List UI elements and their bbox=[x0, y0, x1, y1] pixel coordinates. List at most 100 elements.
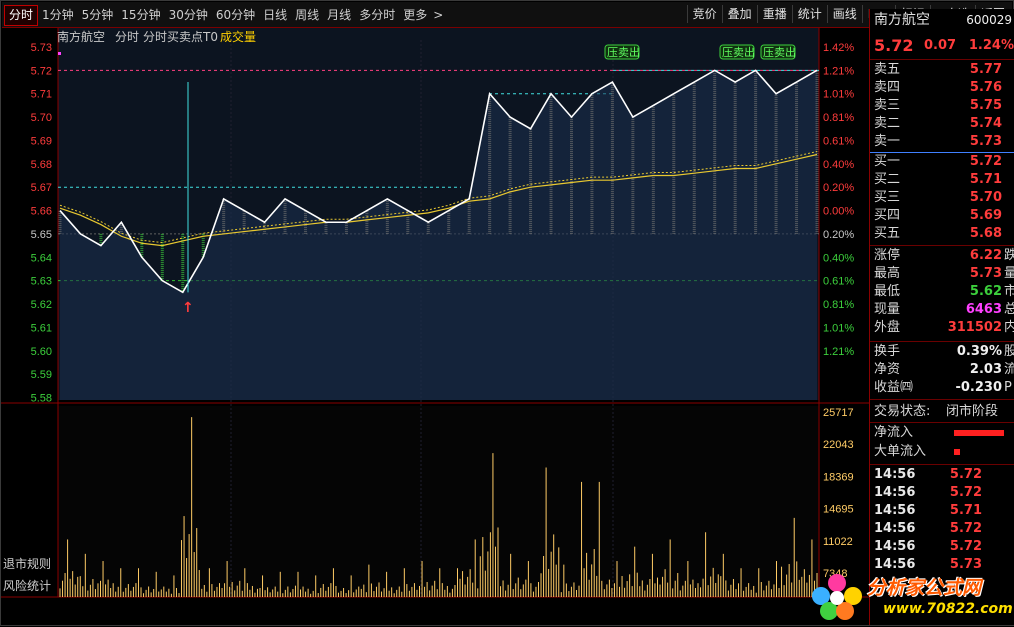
trade-status-label: 交易状态: bbox=[874, 404, 931, 419]
chart-mode-label: 分时 bbox=[115, 30, 140, 44]
tick-time: 14:56 bbox=[874, 467, 916, 482]
period-tab-8[interactable]: 月线 bbox=[323, 6, 355, 25]
tool-button-4[interactable]: 画线 bbox=[826, 5, 862, 23]
tool-button-3[interactable]: 统计 bbox=[791, 5, 827, 23]
ask-level-4-value: 5.76 bbox=[969, 80, 1002, 95]
period-tab-7[interactable]: 周线 bbox=[291, 6, 323, 25]
period-tab-5[interactable]: 60分钟 bbox=[212, 6, 259, 25]
pct-tick-label: 0.81% bbox=[823, 112, 854, 124]
bid-level-3-label: 买三 bbox=[874, 190, 901, 205]
stock-header[interactable]: 南方航空 600029 bbox=[874, 11, 1012, 29]
tool-button-2[interactable]: 重播 bbox=[756, 5, 792, 23]
chart-indicator-label: 分时买卖点T0 bbox=[143, 30, 218, 44]
stock-name: 南方航空 bbox=[874, 12, 930, 28]
delist-rules-link[interactable]: 退市规则 bbox=[3, 555, 51, 572]
stat-1-suffix: 量 bbox=[1004, 265, 1014, 283]
flower-logo-icon bbox=[812, 574, 862, 620]
watermark-text: 分析家公式网 bbox=[867, 577, 982, 599]
signal-prefix: 压 bbox=[722, 46, 733, 59]
risk-stats-link[interactable]: 风险统计 bbox=[3, 577, 51, 594]
pct-tick-label: 1.01% bbox=[823, 89, 854, 101]
tick-row: 14:56 5.71 bbox=[874, 502, 1010, 520]
stock-code: 600029 bbox=[966, 13, 1012, 27]
chart-canvas[interactable]: 5.73 1.42% 5.72 1.21% 5.71 1.01% 5.70 0.81% 5.69… bbox=[1, 28, 869, 601]
stat-4-value: 311502 bbox=[947, 320, 1002, 335]
sell-signal-1: 压卖出 bbox=[604, 44, 640, 60]
ask-level-5-value: 5.77 bbox=[969, 62, 1002, 77]
period-tab-0[interactable]: 分时 bbox=[4, 4, 39, 26]
tick-time: 14:56 bbox=[874, 521, 916, 536]
time-tick-label: 13:00 bbox=[410, 600, 438, 601]
tick-price: 5.72 bbox=[949, 485, 982, 500]
stat-4: 外盘 311502内 bbox=[874, 319, 1014, 337]
tool-button-0[interactable]: 竞价 bbox=[686, 5, 722, 23]
ask-level-1: 卖一 5.73 bbox=[874, 133, 1010, 151]
tool-button-1[interactable]: 叠加 bbox=[721, 5, 757, 23]
price-tick-label: 5.72 bbox=[31, 65, 52, 77]
intraday-chart[interactable]: 5.73 1.42% 5.72 1.21% 5.71 1.01% 5.70 0.81% 5.69… bbox=[1, 28, 869, 601]
period-toolbar: 分时 1分钟 5分钟 15分钟 30分钟 60分钟 日线 周线 月线 多分时 更多 > 竞价 叠加 重播统… bbox=[2, 2, 1012, 28]
sell-signal-3: 压卖出 bbox=[760, 44, 796, 60]
period-tab-10[interactable]: 更多 bbox=[399, 6, 431, 25]
bid-level-5-label: 买五 bbox=[874, 226, 901, 241]
period-tab-4[interactable]: 30分钟 bbox=[165, 6, 212, 25]
ask-level-4: 卖四 5.76 bbox=[874, 79, 1010, 97]
stat-0-suffix: 跌 bbox=[1004, 247, 1014, 265]
signal-prefix: 压 bbox=[607, 46, 618, 59]
period-tab-1[interactable]: 1分钟 bbox=[38, 6, 78, 25]
stat-2-suffix: 市 bbox=[1004, 283, 1014, 301]
price-tick-label: 5.65 bbox=[31, 229, 52, 241]
stat-0-value: 6.22 bbox=[969, 248, 1002, 263]
pct-tick-label: 1.21% bbox=[823, 65, 854, 77]
price-tick-label: 5.60 bbox=[31, 346, 52, 358]
stat-4-suffix: 内 bbox=[1004, 319, 1014, 337]
stat-1-label: 最高 bbox=[874, 266, 901, 281]
fund-0-suffix: 股 bbox=[1004, 343, 1014, 361]
marker-dot bbox=[58, 52, 61, 55]
ask-level-2-label: 卖二 bbox=[874, 116, 901, 131]
period-tab-2[interactable]: 5分钟 bbox=[78, 6, 118, 25]
sell-signal-2: 压卖出 bbox=[719, 44, 755, 60]
pct-tick-label: 0.61% bbox=[823, 276, 854, 288]
app-window: 分时 1分钟 5分钟 15分钟 30分钟 60分钟 日线 周线 月线 多分时 更多 > 竞价 叠加 重播统… bbox=[0, 0, 1014, 626]
more-chevron-icon[interactable]: > bbox=[431, 6, 445, 25]
big-inflow-bar bbox=[954, 449, 960, 455]
ask-level-3-label: 卖三 bbox=[874, 98, 901, 113]
bid-level-2-value: 5.71 bbox=[969, 172, 1002, 187]
separator bbox=[870, 399, 1014, 400]
stat-4-label: 外盘 bbox=[874, 320, 901, 335]
bid-level-4-label: 买四 bbox=[874, 208, 901, 223]
watermark-url: www.70822.com bbox=[883, 601, 1013, 617]
price-change-pct: 1.24% bbox=[968, 38, 1014, 53]
price-tick-label: 5.59 bbox=[31, 369, 52, 381]
bid-level-5-value: 5.68 bbox=[969, 226, 1002, 241]
stat-2-value: 5.62 bbox=[969, 284, 1002, 299]
price-tick-label: 5.66 bbox=[31, 206, 52, 218]
price-tick-label: 5.71 bbox=[31, 89, 52, 101]
volume-tick-label: 22043 bbox=[823, 439, 854, 451]
ask-level-5-label: 卖五 bbox=[874, 62, 901, 77]
separator bbox=[870, 464, 1014, 465]
fund-0-label: 换手 bbox=[874, 344, 901, 359]
ask-level-1-label: 卖一 bbox=[874, 134, 901, 149]
separator bbox=[870, 59, 1014, 60]
pct-tick-label: 0.61% bbox=[823, 135, 854, 147]
period-tab-9[interactable]: 多分时 bbox=[355, 6, 399, 25]
price-change: 0.07 bbox=[924, 38, 957, 53]
fund-1-label: 净资 bbox=[874, 362, 901, 377]
volume-pane-bg bbox=[58, 406, 819, 597]
pct-tick-label: 0.40% bbox=[823, 252, 854, 264]
period-tab-3[interactable]: 15分钟 bbox=[117, 6, 164, 25]
time-tick-label: 10:30 bbox=[217, 600, 245, 601]
period-tab-6[interactable]: 日线 bbox=[259, 6, 291, 25]
tick-time: 14:56 bbox=[874, 485, 916, 500]
trade-status-value: 闭市阶段 bbox=[946, 404, 999, 419]
pct-tick-label: 0.20% bbox=[823, 182, 854, 194]
bid-level-3: 买三 5.70 bbox=[874, 189, 1010, 207]
volume-tick-label: 25717 bbox=[823, 407, 854, 419]
stat-1: 最高 5.73量 bbox=[874, 265, 1014, 283]
last-price-row: 5.72 0.07 1.24% bbox=[874, 37, 1014, 55]
fund-2-suffix: P bbox=[1004, 380, 1012, 395]
tick-row: 14:56 5.72 bbox=[874, 538, 1010, 556]
trade-status: 交易状态: 闭市阶段 bbox=[874, 403, 1010, 421]
